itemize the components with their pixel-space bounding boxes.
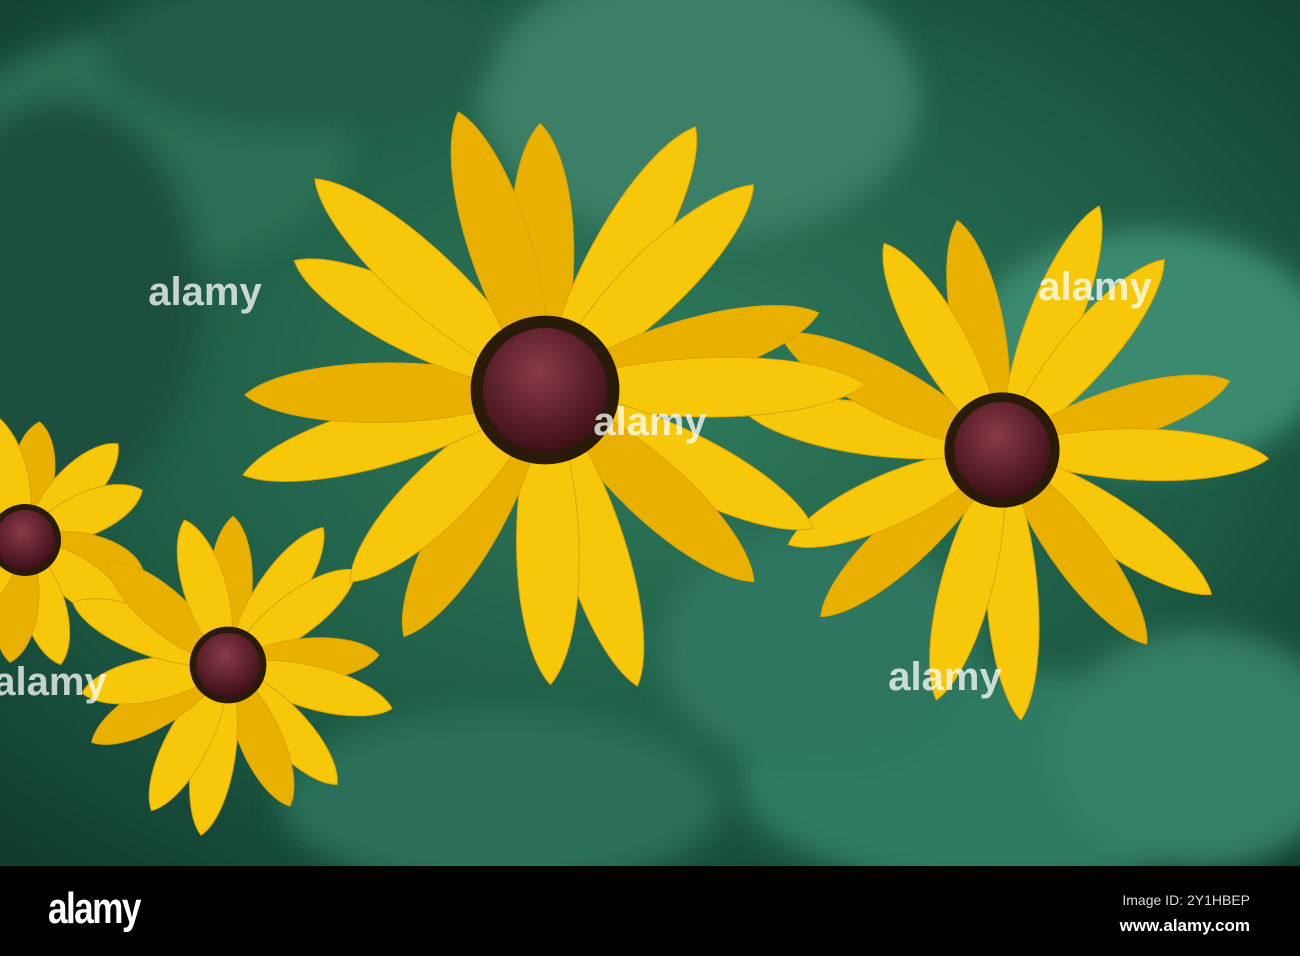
flower-photo: alamy alamy alamy alamy alamy [0,0,1300,866]
flower-center [196,633,260,697]
footer-bar: alamy Image ID: 2Y1HBEP www.alamy.com [0,866,1300,956]
stock-photo-page: alamy alamy alamy alamy alamy alamy Image ID… [0,0,1300,956]
watermark-text: alamy [1038,265,1152,309]
watermark-text: alamy [593,400,707,444]
flower-center [483,328,607,452]
watermark-text: alamy [148,270,262,314]
watermark-text: alamy [0,660,107,704]
alamy-logo: alamy [48,884,141,933]
site-url: www.alamy.com [1119,916,1250,935]
image-id: Image ID: 2Y1HBEP [1122,892,1250,908]
flower-center [954,402,1050,498]
watermark-text: alamy [888,655,1002,699]
